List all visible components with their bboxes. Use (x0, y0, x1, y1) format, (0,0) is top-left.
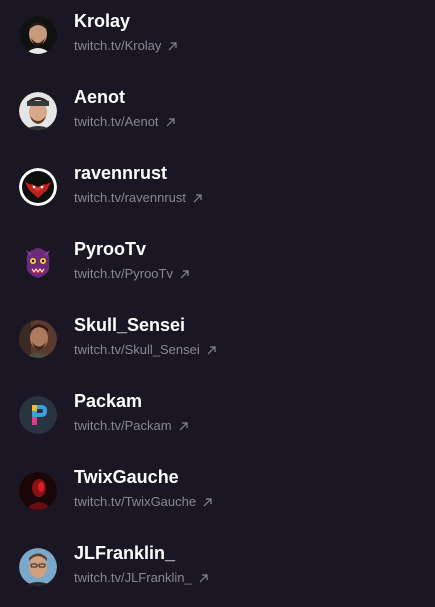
streamer-link[interactable]: twitch.tv/TwixGauche (74, 494, 213, 510)
streamer-list: Krolay twitch.tv/Krolay Aenot twitch.tv/… (0, 0, 435, 607)
raven-logo-icon[interactable] (19, 168, 57, 206)
external-link-arrow-icon (179, 269, 190, 280)
red-silhouette-icon[interactable] (19, 472, 57, 510)
streamer-link-text: twitch.tv/Packam (74, 418, 172, 433)
streamer-item-aenot: Aenot twitch.tv/Aenot (0, 87, 435, 166)
streamer-name: Skull_Sensei (74, 315, 186, 335)
streamer-item-skull-sensei: Skull_Sensei twitch.tv/Skull_Sensei (0, 315, 435, 394)
streamer-item-krolay: Krolay twitch.tv/Krolay (0, 11, 435, 90)
streamer-name: ravennrust (74, 163, 168, 183)
streamer-link-text: twitch.tv/TwixGauche (74, 494, 197, 509)
streamer-link[interactable]: twitch.tv/Krolay (74, 38, 178, 54)
external-link-arrow-icon (206, 345, 217, 356)
streamer-link[interactable]: twitch.tv/JLFranklin_ (74, 570, 209, 586)
streamer-link[interactable]: twitch.tv/ravennrust (74, 190, 203, 206)
external-link-arrow-icon (167, 41, 178, 52)
streamer-link[interactable]: twitch.tv/PyrooTv (74, 266, 190, 282)
streamer-avatar-skull-sensei-icon[interactable] (19, 320, 57, 358)
streamer-link-text: twitch.tv/Krolay (74, 38, 162, 53)
streamer-name: Krolay (74, 11, 131, 31)
streamer-link[interactable]: twitch.tv/Skull_Sensei (74, 342, 217, 358)
external-link-arrow-icon (178, 421, 189, 432)
external-link-arrow-icon (165, 117, 176, 128)
streamer-item-jlfranklin: JLFranklin_ twitch.tv/JLFranklin_ (0, 543, 435, 607)
streamer-item-pyrootv: PyrooTv twitch.tv/PyrooTv (0, 239, 435, 318)
streamer-link-text: twitch.tv/ravennrust (74, 190, 186, 205)
purple-monster-icon[interactable] (19, 244, 57, 282)
streamer-item-ravennrust: ravennrust twitch.tv/ravennrust (0, 163, 435, 242)
external-link-arrow-icon (198, 573, 209, 584)
streamer-avatar-krolay-icon[interactable] (19, 16, 57, 54)
streamer-name: Packam (74, 391, 143, 411)
external-link-arrow-icon (202, 497, 213, 508)
streamer-link-text: twitch.tv/Skull_Sensei (74, 342, 200, 357)
streamer-link[interactable]: twitch.tv/Aenot (74, 114, 176, 130)
streamer-avatar-jlfranklin-icon[interactable] (19, 548, 57, 586)
streamer-link-text: twitch.tv/JLFranklin_ (74, 570, 192, 585)
streamer-name: Aenot (74, 87, 125, 107)
streamer-item-packam: Packam twitch.tv/Packam (0, 391, 435, 470)
streamer-name: JLFranklin_ (74, 543, 176, 563)
streamer-item-twixgauche: TwixGauche twitch.tv/TwixGauche (0, 467, 435, 546)
packam-logo-icon[interactable] (19, 396, 57, 434)
streamer-link[interactable]: twitch.tv/Packam (74, 418, 189, 434)
streamer-link-text: twitch.tv/Aenot (74, 114, 159, 129)
external-link-arrow-icon (192, 193, 203, 204)
streamer-name: PyrooTv (74, 239, 147, 259)
streamer-link-text: twitch.tv/PyrooTv (74, 266, 173, 281)
streamer-avatar-aenot-icon[interactable] (19, 92, 57, 130)
streamer-name: TwixGauche (74, 467, 179, 487)
